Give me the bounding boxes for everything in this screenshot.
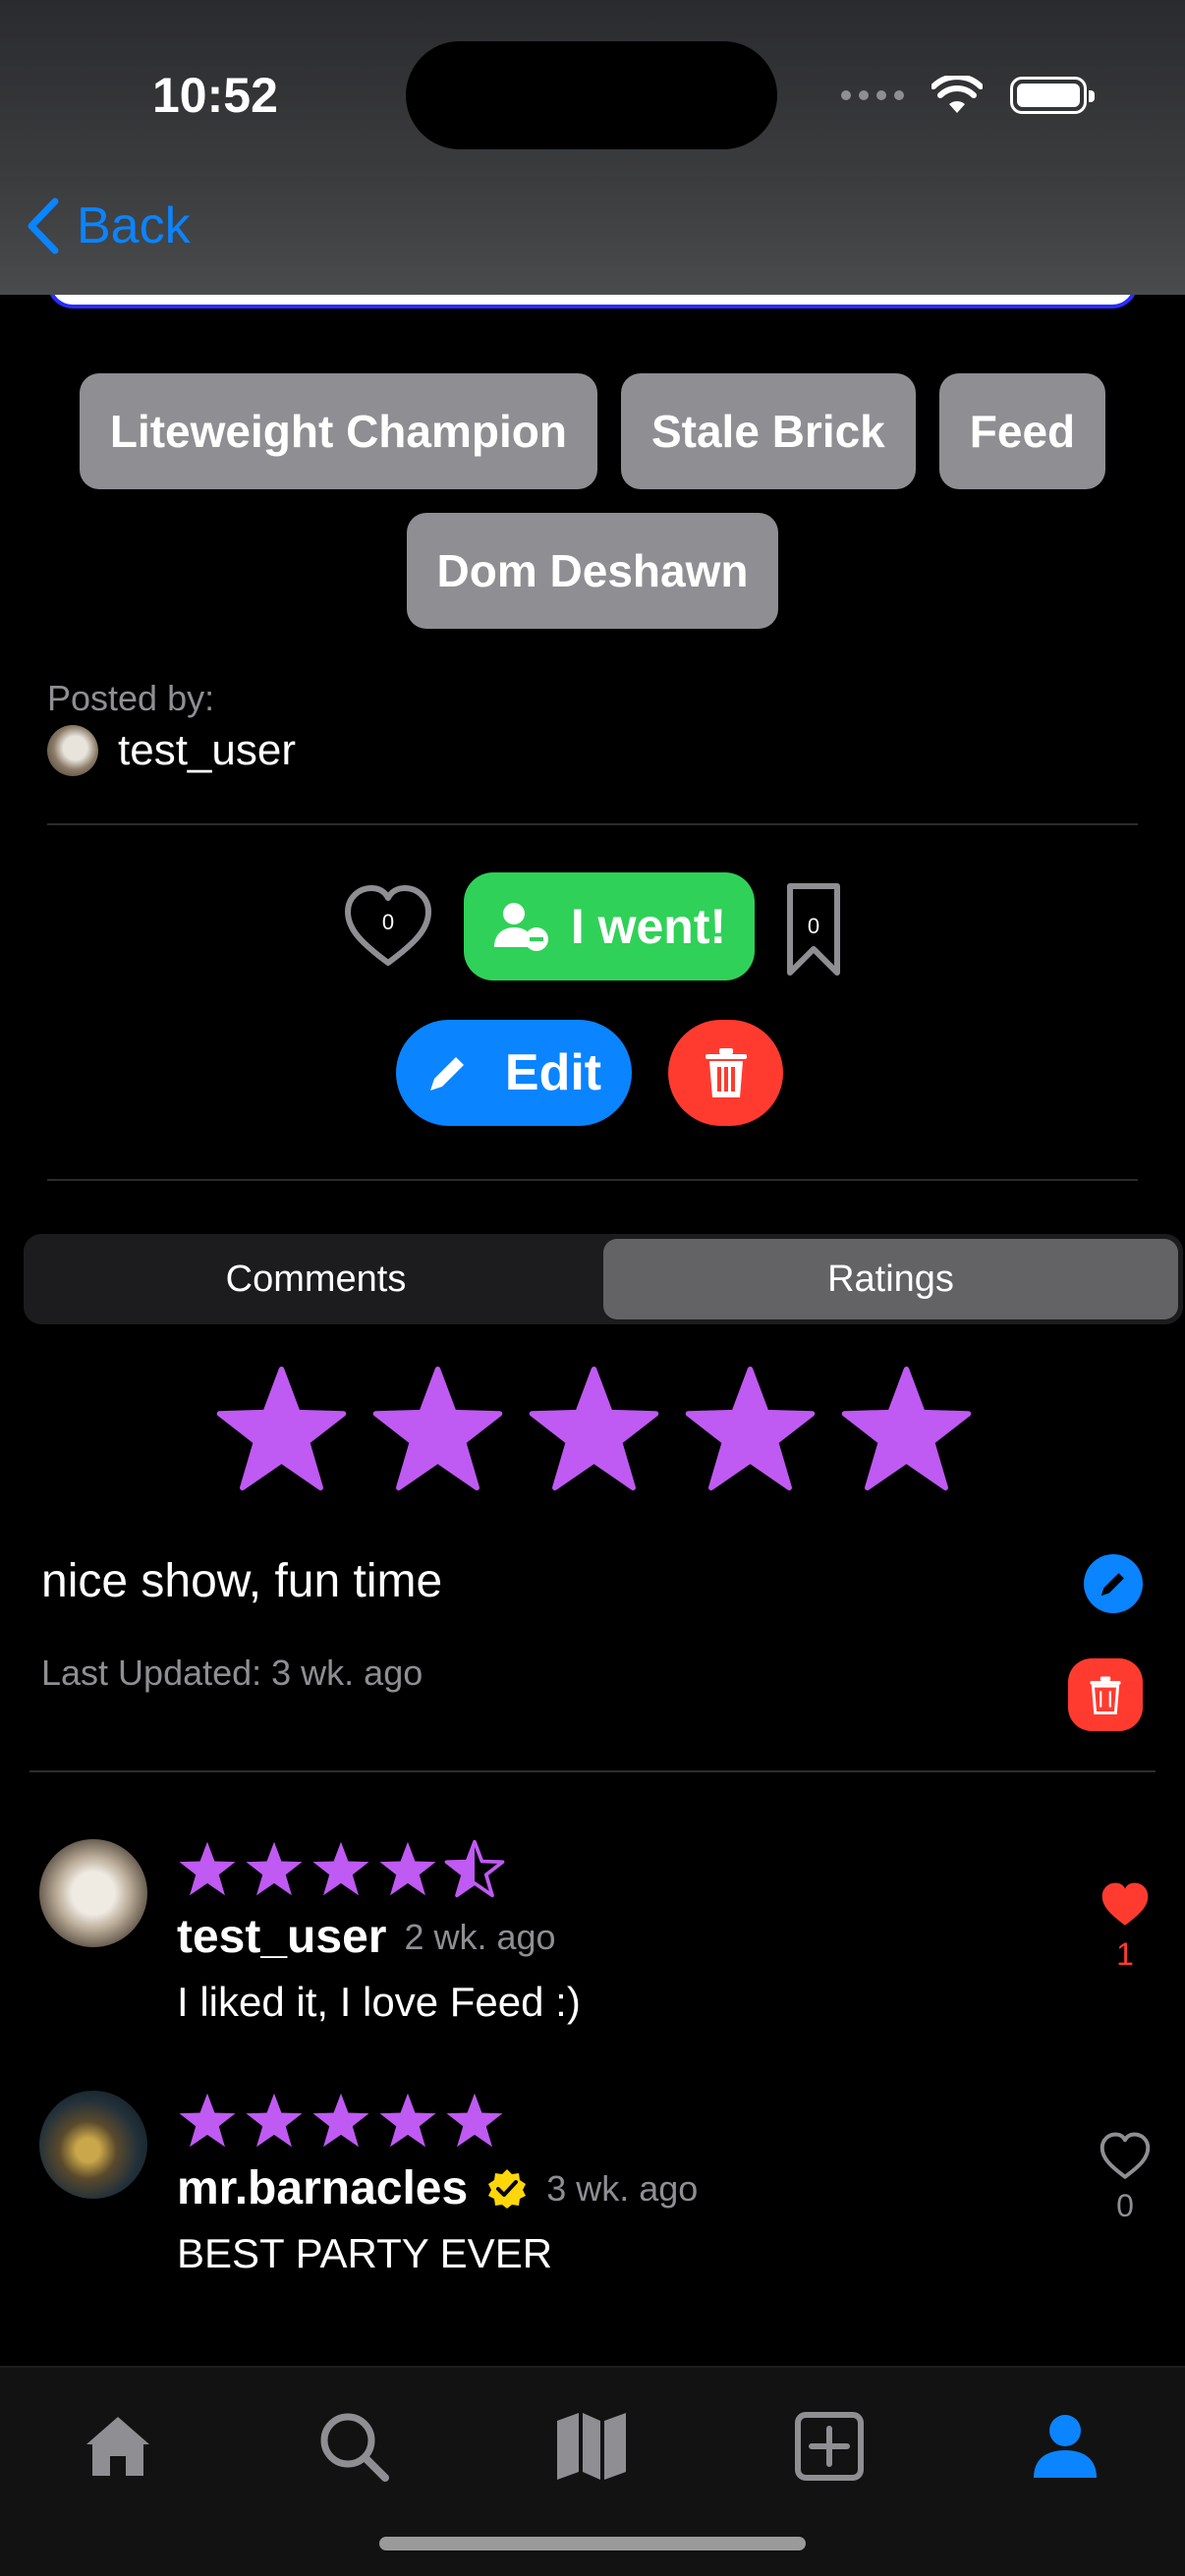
star-icon bbox=[246, 1841, 303, 1896]
i-went-label: I went! bbox=[570, 899, 727, 954]
tab-comments[interactable]: Comments bbox=[28, 1239, 603, 1319]
review-like-count: 0 bbox=[1116, 2188, 1134, 2223]
heart-outline-icon bbox=[1100, 2132, 1151, 2179]
segmented-control: Comments Ratings bbox=[24, 1234, 1183, 1324]
signal-icon bbox=[841, 90, 904, 100]
tag-chip[interactable]: Stale Brick bbox=[620, 373, 916, 489]
map-icon bbox=[557, 2413, 626, 2480]
tab-ratings[interactable]: Ratings bbox=[603, 1239, 1178, 1319]
i-went-button[interactable]: I went! bbox=[464, 872, 755, 980]
review-stars bbox=[177, 2091, 505, 2150]
edit-button[interactable]: Edit bbox=[396, 1020, 632, 1126]
divider bbox=[29, 1770, 1156, 1772]
tag-chip[interactable]: Feed bbox=[938, 373, 1106, 489]
avatar bbox=[47, 725, 98, 776]
review-like-button[interactable]: 0 bbox=[1091, 2130, 1159, 2224]
add-icon bbox=[795, 2412, 864, 2481]
star-icon bbox=[179, 2093, 236, 2148]
profile-icon bbox=[1034, 2415, 1097, 2478]
verified-badge-icon bbox=[488, 2168, 527, 2209]
delete-button[interactable] bbox=[668, 1020, 783, 1126]
review-text: BEST PARTY EVER bbox=[177, 2230, 553, 2276]
review-time: 2 wk. ago bbox=[404, 1916, 556, 1957]
trash-icon bbox=[1090, 1676, 1121, 1714]
review-username[interactable]: test_user bbox=[177, 1910, 386, 1964]
like-button[interactable]: 0 bbox=[342, 880, 434, 973]
battery-icon bbox=[1010, 77, 1095, 114]
review-time: 3 wk. ago bbox=[546, 2167, 699, 2209]
artist-tags: Liteweight Champion Stale Brick Feed Dom… bbox=[0, 373, 1185, 629]
review-like-button[interactable]: 1 bbox=[1091, 1878, 1159, 1973]
poster-username: test_user bbox=[118, 726, 296, 774]
last-updated: Last Updated: 3 wk. ago bbox=[41, 1652, 423, 1693]
review-username[interactable]: mr.barnacles bbox=[177, 2161, 468, 2215]
star-icon bbox=[379, 2093, 436, 2148]
tab-home[interactable] bbox=[79, 2407, 157, 2486]
tag-chip[interactable]: Liteweight Champion bbox=[79, 373, 597, 489]
pencil-icon bbox=[429, 1057, 464, 1091]
divider bbox=[47, 1179, 1138, 1181]
half-star-icon bbox=[444, 1839, 505, 1898]
bookmark-count: 0 bbox=[807, 914, 820, 938]
dynamic-island bbox=[406, 41, 777, 149]
navigation-header: 10:52 Back bbox=[0, 0, 1185, 295]
star-icon bbox=[312, 2093, 369, 2148]
pencil-icon bbox=[1100, 1573, 1124, 1596]
like-count: 0 bbox=[381, 910, 395, 934]
tag-chip[interactable]: Dom Deshawn bbox=[406, 513, 779, 629]
tab-add[interactable] bbox=[790, 2407, 869, 2486]
star-icon[interactable] bbox=[214, 1364, 349, 1493]
edit-label: Edit bbox=[504, 1044, 602, 1101]
back-button[interactable]: Back bbox=[26, 196, 191, 255]
wifi-icon bbox=[931, 76, 983, 113]
star-icon[interactable] bbox=[839, 1364, 974, 1493]
star-icon bbox=[379, 1841, 436, 1896]
poster[interactable]: test_user bbox=[47, 725, 296, 776]
heart-filled-icon bbox=[1101, 1882, 1149, 1926]
review-like-count: 1 bbox=[1116, 1936, 1134, 1972]
star-icon bbox=[446, 2093, 503, 2148]
home-indicator[interactable] bbox=[379, 2537, 806, 2550]
star-icon bbox=[312, 1841, 369, 1896]
tab-profile[interactable] bbox=[1026, 2407, 1104, 2486]
person-minus-icon bbox=[493, 903, 548, 951]
divider bbox=[47, 823, 1138, 825]
posted-by-label: Posted by: bbox=[47, 678, 215, 718]
my-review-text: nice show, fun time bbox=[41, 1555, 443, 1607]
chevron-left-icon bbox=[28, 197, 59, 254]
review-stars bbox=[177, 1839, 505, 1898]
star-icon[interactable] bbox=[370, 1364, 505, 1493]
avatar[interactable] bbox=[39, 1839, 147, 1947]
review-text: I liked it, I love Feed :) bbox=[177, 1979, 581, 2025]
star-icon bbox=[246, 2093, 303, 2148]
my-rating-stars[interactable] bbox=[214, 1364, 974, 1493]
tab-search[interactable] bbox=[314, 2407, 393, 2486]
delete-rating-button[interactable] bbox=[1068, 1658, 1143, 1731]
search-icon bbox=[320, 2413, 389, 2482]
tab-map[interactable] bbox=[552, 2407, 631, 2486]
edit-rating-button[interactable] bbox=[1084, 1554, 1143, 1613]
status-time: 10:52 bbox=[152, 68, 278, 123]
home-icon bbox=[86, 2417, 149, 2476]
back-label: Back bbox=[77, 197, 191, 254]
status-icons bbox=[841, 71, 1095, 120]
bookmark-button[interactable]: 0 bbox=[784, 880, 843, 979]
star-icon bbox=[179, 1841, 236, 1896]
avatar[interactable] bbox=[39, 2091, 147, 2199]
trash-icon bbox=[705, 1048, 747, 1097]
star-icon[interactable] bbox=[527, 1364, 661, 1493]
star-icon[interactable] bbox=[683, 1364, 818, 1493]
